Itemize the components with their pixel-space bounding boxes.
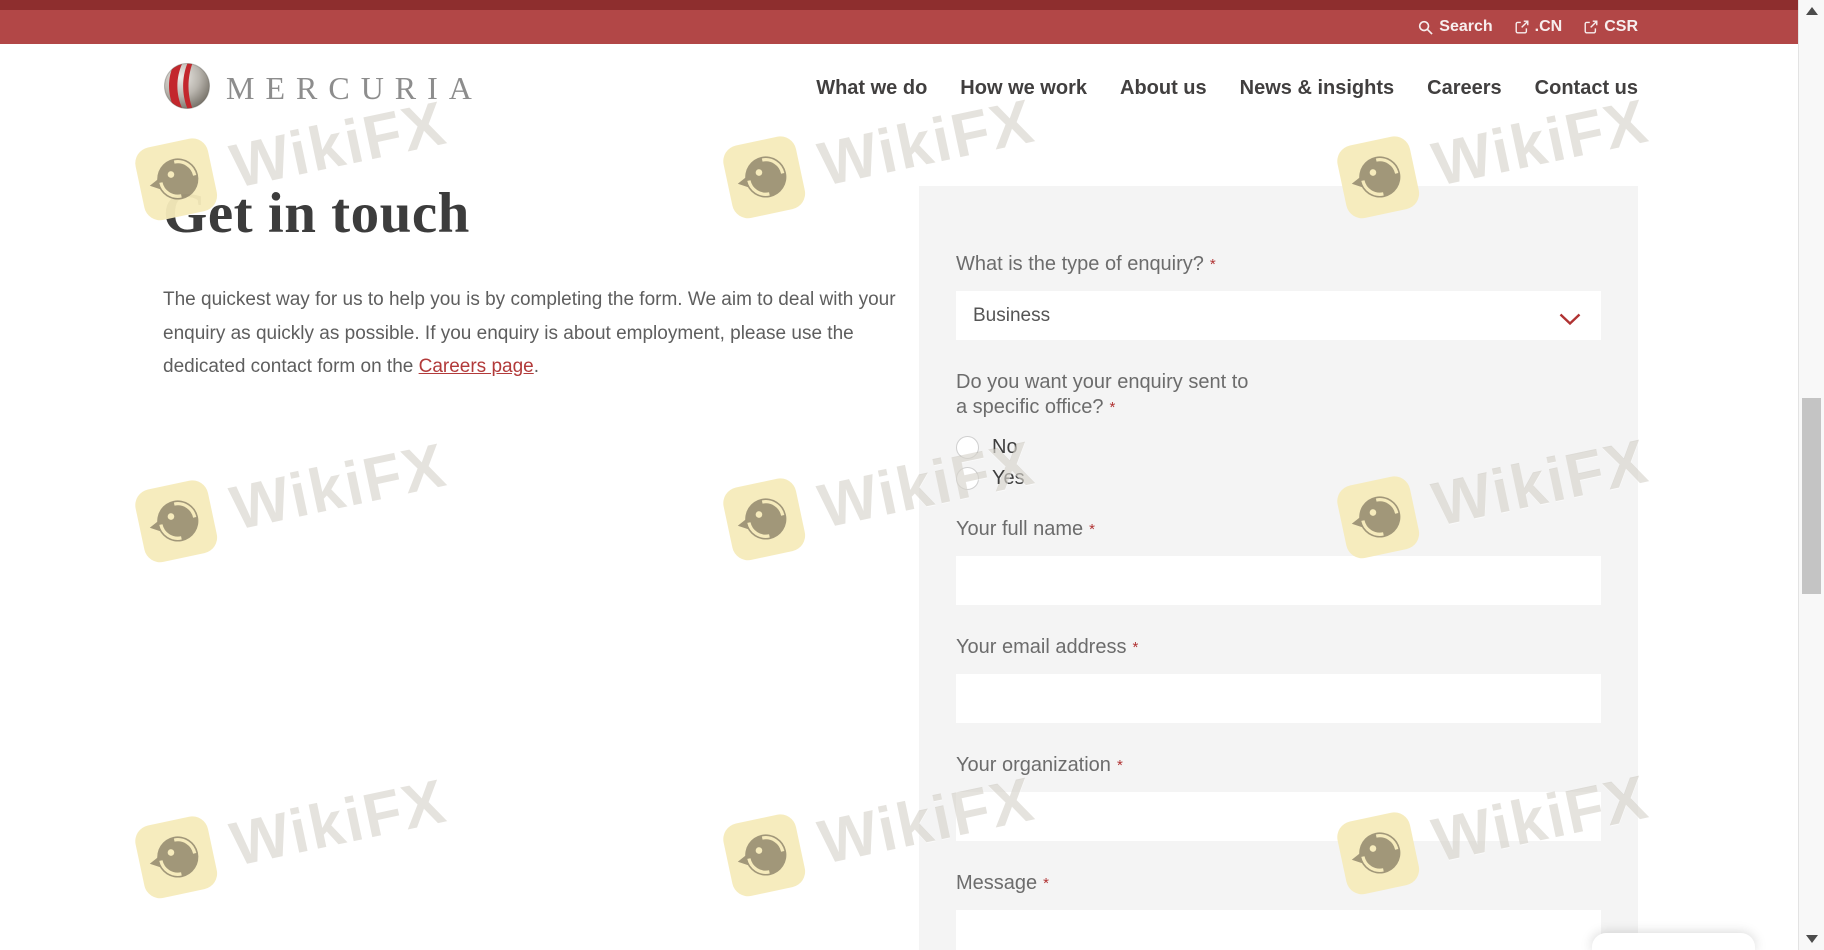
search-link-label: Search: [1439, 18, 1492, 36]
chevron-down-icon: [1559, 310, 1581, 332]
wikifx-watermark: WikiFX: [132, 428, 453, 565]
nav-contact-us[interactable]: Contact us: [1535, 77, 1638, 100]
radio-no-circle[interactable]: [956, 436, 979, 459]
chat-widget-stub[interactable]: [1592, 933, 1755, 950]
eagle-badge-icon: [132, 813, 220, 901]
full-name-label: Your full name*: [956, 517, 1601, 542]
message-label: Message*: [956, 871, 1601, 896]
email-label: Your email address*: [956, 635, 1601, 660]
cn-link-label: .CN: [1535, 18, 1563, 36]
search-icon: [1418, 20, 1433, 35]
radio-no-label: No: [992, 436, 1018, 459]
site-header: MERCURIA What we do How we work About us…: [0, 44, 1798, 133]
mercuria-logo[interactable]: MERCURIA: [163, 62, 483, 115]
contact-form-panel: What is the type of enquiry?* Business D…: [919, 186, 1638, 950]
nav-news-insights[interactable]: News & insights: [1240, 77, 1394, 100]
watermark-text: WikiFX: [225, 765, 453, 880]
careers-page-link[interactable]: Careers page: [419, 356, 534, 377]
triangle-down-icon: [1806, 935, 1818, 943]
enquiry-type-selected-value: Business: [973, 305, 1050, 327]
specific-office-field: Do you want your enquiry sent to a speci…: [956, 370, 1601, 491]
message-field-block: Message*: [956, 871, 1601, 950]
search-link[interactable]: Search: [1418, 18, 1492, 36]
eagle-badge-icon: [720, 811, 808, 899]
scroll-down-button[interactable]: [1799, 928, 1824, 950]
radio-yes-label: Yes: [992, 467, 1025, 490]
organization-input[interactable]: [956, 792, 1601, 841]
radio-option-no[interactable]: No: [956, 434, 1601, 460]
organization-label: Your organization*: [956, 753, 1601, 778]
scroll-up-button[interactable]: [1799, 0, 1824, 22]
radio-option-yes[interactable]: Yes: [956, 465, 1601, 491]
message-textarea[interactable]: [956, 910, 1601, 950]
full-name-input[interactable]: [956, 556, 1601, 605]
specific-office-label: Do you want your enquiry sent to a speci…: [956, 370, 1261, 420]
nav-how-we-work[interactable]: How we work: [960, 77, 1087, 100]
intro-text-after: .: [534, 356, 539, 377]
radio-yes-circle[interactable]: [956, 467, 979, 490]
logo-wordmark: MERCURIA: [226, 70, 483, 107]
nav-what-we-do[interactable]: What we do: [816, 77, 927, 100]
nav-about-us[interactable]: About us: [1120, 77, 1207, 100]
external-link-icon: [1515, 20, 1529, 34]
eagle-badge-icon: [720, 475, 808, 563]
organization-field-block: Your organization*: [956, 753, 1601, 841]
nav-careers[interactable]: Careers: [1427, 77, 1502, 100]
scrollbar-thumb[interactable]: [1802, 398, 1821, 594]
intro-column: Get in touch The quickest way for us to …: [163, 178, 913, 384]
enquiry-type-label: What is the type of enquiry?*: [956, 252, 1601, 277]
external-link-icon: [1584, 20, 1598, 34]
enquiry-type-select[interactable]: Business: [956, 291, 1601, 340]
page-title: Get in touch: [163, 178, 913, 250]
main-nav: What we do How we work About us News & i…: [816, 77, 1638, 100]
triangle-up-icon: [1806, 7, 1818, 15]
full-name-field-block: Your full name*: [956, 517, 1601, 605]
wikifx-watermark: WikiFX: [132, 764, 453, 901]
specific-office-radio-group: No Yes: [956, 434, 1601, 491]
email-field-block: Your email address*: [956, 635, 1601, 723]
vertical-scrollbar[interactable]: [1798, 0, 1824, 950]
watermark-text: WikiFX: [225, 429, 453, 544]
enquiry-type-field: What is the type of enquiry?* Business: [956, 252, 1601, 340]
mercuria-sphere-icon: [163, 62, 211, 115]
eagle-badge-icon: [132, 477, 220, 565]
utility-topbar: Search .CN CSR: [0, 0, 1798, 44]
cn-site-link[interactable]: .CN: [1515, 18, 1563, 36]
csr-link[interactable]: CSR: [1584, 18, 1638, 36]
csr-link-label: CSR: [1604, 18, 1638, 36]
intro-paragraph: The quickest way for us to help you is b…: [163, 283, 911, 384]
email-input[interactable]: [956, 674, 1601, 723]
